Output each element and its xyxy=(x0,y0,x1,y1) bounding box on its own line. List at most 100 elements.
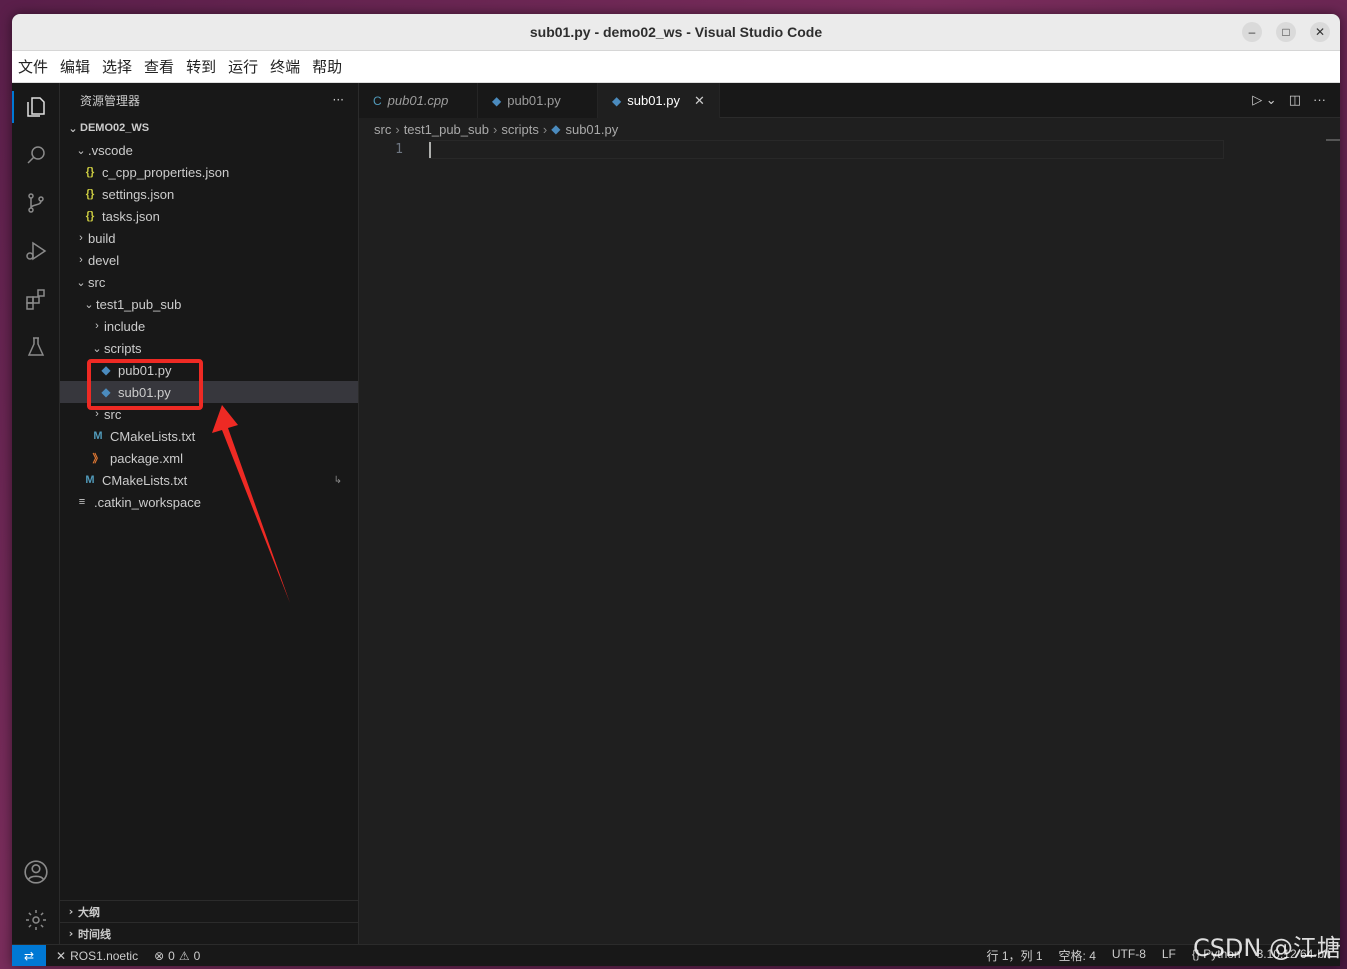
explorer-title: 资源管理器 xyxy=(80,93,141,108)
menu-terminal[interactable]: 终端 xyxy=(270,56,300,77)
tree-file[interactable]: 》 package.xml xyxy=(60,447,358,469)
remote-icon[interactable]: ⇄ xyxy=(12,944,46,966)
tree-folder[interactable]: ⌄ .vscode xyxy=(60,139,358,161)
breadcrumb: src › test1_pub_sub › scripts › ◆ sub01.… xyxy=(359,118,1340,140)
tab-label: sub01.py xyxy=(627,93,680,108)
menu-help[interactable]: 帮助 xyxy=(312,56,342,77)
close-window-button[interactable]: ✕ xyxy=(1310,22,1330,42)
editor-area: C pub01.cpp ◆ pub01.py ◆ sub01.py ✕ ▷ ⌄ … xyxy=(359,83,1340,944)
explorer-icon[interactable] xyxy=(12,83,60,131)
menu-edit[interactable]: 编辑 xyxy=(60,56,90,77)
file-tree: ⌄ .vscode {} c_cpp_properties.json {} setting… xyxy=(60,139,358,513)
code-line[interactable]: 1 xyxy=(359,140,1340,159)
tree-file[interactable]: {} tasks.json xyxy=(60,205,358,227)
menu-bar: 文件 编辑 选择 查看 转到 运行 终端 帮助 xyxy=(12,51,1340,83)
chevron-right-icon: › xyxy=(395,121,400,137)
tree-folder[interactable]: › src xyxy=(60,403,358,425)
problems-status[interactable]: ⊗ 0 ⚠ 0 xyxy=(154,949,200,963)
python-file-icon: ◆ xyxy=(101,385,111,399)
python-file-icon: ◆ xyxy=(612,93,622,108)
tab-pub01-py[interactable]: ◆ pub01.py xyxy=(478,83,598,118)
cursor-position[interactable]: 行 1，列 1 xyxy=(987,947,1043,964)
search-icon[interactable] xyxy=(12,131,60,179)
minimize-button[interactable]: – xyxy=(1242,22,1262,42)
tree-folder[interactable]: › devel xyxy=(60,249,358,271)
tree-file[interactable]: ≡ .catkin_workspace xyxy=(60,491,358,513)
python-file-icon: ◆ xyxy=(551,122,561,136)
menu-go[interactable]: 转到 xyxy=(186,56,216,77)
menu-file[interactable]: 文件 xyxy=(18,56,48,77)
timeline-panel[interactable]: › 时间线 xyxy=(60,922,358,944)
current-line-highlight xyxy=(429,140,1224,159)
run-debug-icon[interactable] xyxy=(12,227,60,275)
tree-folder[interactable]: › build xyxy=(60,227,358,249)
error-icon: ⊗ xyxy=(154,948,165,963)
chevron-right-icon: › xyxy=(95,320,99,332)
tree-folder[interactable]: ⌄ test1_pub_sub xyxy=(60,293,358,315)
tree-file[interactable]: M CMakeLists.txt ↳ xyxy=(60,469,358,491)
text-file-icon: ≡ xyxy=(78,496,86,508)
symlink-icon: ↳ xyxy=(333,474,342,486)
breadcrumb-item[interactable]: sub01.py xyxy=(565,122,618,137)
json-file-icon: {} xyxy=(85,166,95,178)
editor-actions: ▷ ⌄ ◫ ··· xyxy=(1252,92,1326,108)
remote-status[interactable]: ✕ ROS1.noetic xyxy=(56,949,138,963)
tree-item-label: c_cpp_properties.json xyxy=(102,164,230,180)
python-file-icon: ◆ xyxy=(492,93,502,108)
tree-file[interactable]: ◆ sub01.py xyxy=(60,381,358,403)
json-file-icon: {} xyxy=(85,210,95,222)
more-actions-icon[interactable]: ··· xyxy=(333,93,344,107)
menu-selection[interactable]: 选择 xyxy=(102,56,132,77)
text-cursor xyxy=(429,142,431,158)
source-control-icon[interactable] xyxy=(12,179,60,227)
breadcrumb-item[interactable]: test1_pub_sub xyxy=(404,122,489,137)
close-icon: ✕ xyxy=(56,948,67,963)
close-tab-icon[interactable]: ✕ xyxy=(694,93,705,109)
tree-file[interactable]: {} settings.json xyxy=(60,183,358,205)
tree-item-label: package.xml xyxy=(110,450,183,466)
tab-sub01-py[interactable]: ◆ sub01.py ✕ xyxy=(598,83,720,118)
eol[interactable]: LF xyxy=(1162,947,1176,964)
chevron-down-icon: ⌄ xyxy=(84,298,94,311)
encoding[interactable]: UTF-8 xyxy=(1112,947,1146,964)
warning-icon: ⚠ xyxy=(178,948,190,963)
split-editor-icon[interactable]: ◫ xyxy=(1289,92,1301,108)
chevron-down-icon: ⌄ xyxy=(92,342,102,355)
chevron-right-icon: › xyxy=(542,121,548,137)
tree-item-label: sub01.py xyxy=(118,384,171,400)
extensions-icon[interactable] xyxy=(12,275,60,323)
outline-panel[interactable]: › 大纲 xyxy=(60,900,358,922)
tree-item-label: scripts xyxy=(104,340,142,356)
menu-run[interactable]: 运行 xyxy=(228,56,258,77)
more-actions-icon[interactable]: ··· xyxy=(1313,92,1326,108)
tree-item-label: .catkin_workspace xyxy=(94,494,201,510)
error-count: 0 xyxy=(168,948,175,963)
tab-pub01-cpp[interactable]: C pub01.cpp xyxy=(359,83,478,118)
chevron-right-icon: › xyxy=(492,121,498,137)
account-icon[interactable] xyxy=(12,848,60,896)
tree-file[interactable]: ◆ pub01.py xyxy=(60,359,358,381)
menu-view[interactable]: 查看 xyxy=(144,56,174,77)
chevron-down-icon: ⌄ xyxy=(76,276,86,289)
breadcrumb-item[interactable]: src xyxy=(374,122,391,137)
run-file-icon[interactable]: ▷ ⌄ xyxy=(1252,92,1277,108)
tree-file[interactable]: M CMakeLists.txt xyxy=(60,425,358,447)
chevron-right-icon: › xyxy=(79,254,83,266)
tree-item-label: devel xyxy=(88,252,120,268)
tree-folder[interactable]: › include xyxy=(60,315,358,337)
title-bar: sub01.py - demo02_ws - Visual Studio Cod… xyxy=(12,14,1340,51)
tree-item-label: CMakeLists.txt xyxy=(110,428,196,444)
indent-setting[interactable]: 空格: 4 xyxy=(1059,947,1096,964)
chevron-right-icon: › xyxy=(79,232,83,244)
scrollbar[interactable] xyxy=(1326,139,1340,141)
tree-folder[interactable]: ⌄ scripts xyxy=(60,337,358,359)
maximize-button[interactable]: □ xyxy=(1276,22,1296,42)
tree-file[interactable]: {} c_cpp_properties.json xyxy=(60,161,358,183)
workspace-header[interactable]: ⌄ DEMO02_WS xyxy=(60,117,358,139)
outline-label: 大纲 xyxy=(78,905,100,919)
settings-gear-icon[interactable] xyxy=(12,896,60,944)
testing-icon[interactable] xyxy=(12,323,60,371)
breadcrumb-item[interactable]: scripts xyxy=(501,122,539,137)
tree-folder[interactable]: ⌄ src xyxy=(60,271,358,293)
tree-item-label: src xyxy=(104,406,122,422)
